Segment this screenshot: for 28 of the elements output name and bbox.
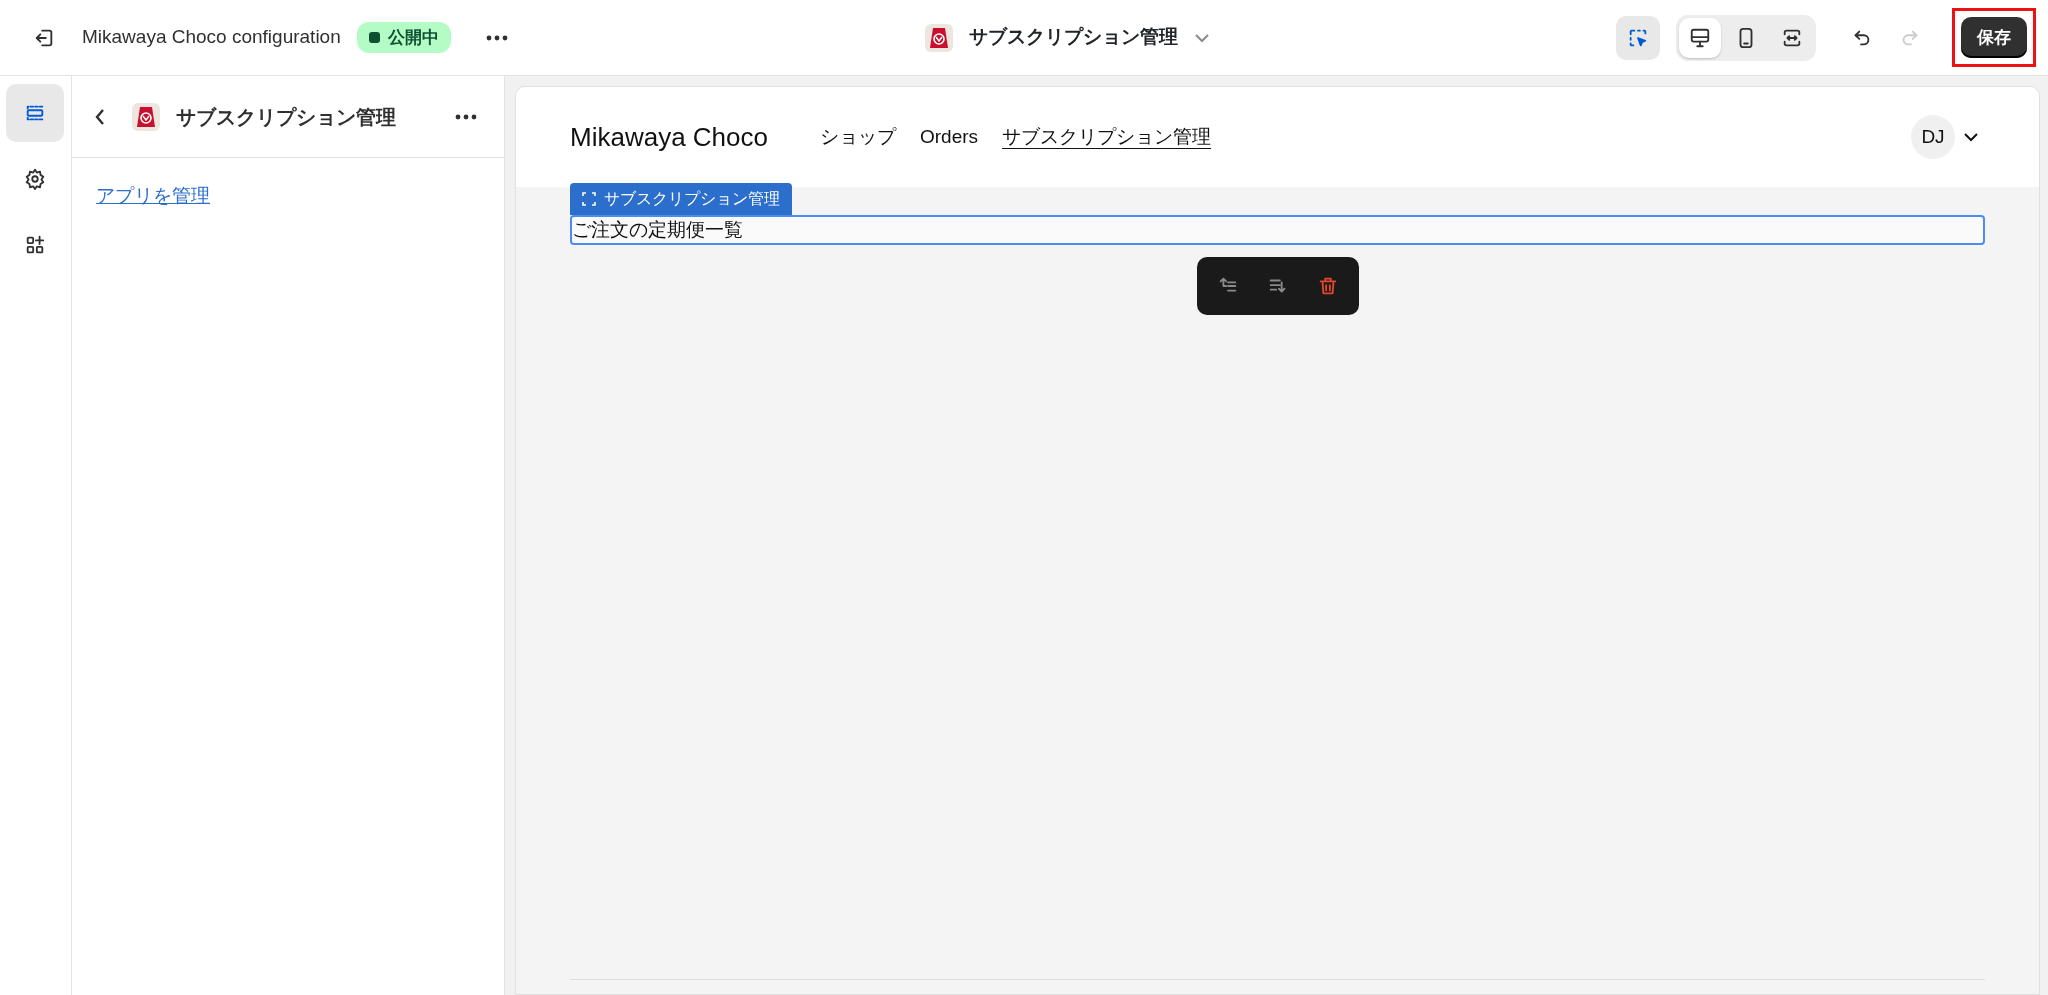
app-logo-icon [924,23,953,52]
block-label-text: サブスクリプション管理 [604,189,780,209]
save-button[interactable]: 保存 [1961,16,2027,59]
block-label[interactable]: サブスクリプション管理 [570,183,792,215]
panel-title: サブスクリプション管理 [176,104,397,130]
block-icon [582,192,596,206]
status-badge: 公開中 [356,21,451,54]
desktop-icon [1689,26,1711,49]
store-name: Mikawaya Choco [570,120,768,154]
back-icon [94,107,106,126]
app-logo-icon [132,102,160,131]
desktop-view-button[interactable] [1679,17,1721,58]
theme-title: Mikawaya Choco configuration [82,25,341,50]
inspector-button[interactable] [1616,15,1660,60]
block-text[interactable]: ご注文の定期便一覧 [570,215,1985,245]
sections-tab[interactable] [6,84,64,142]
avatar[interactable]: DJ [1911,115,1955,159]
settings-icon [24,168,46,190]
more-icon [455,113,477,120]
manage-app-link[interactable]: アプリを管理 [96,185,210,206]
more-icon [485,34,508,41]
app-selector[interactable]: サブスクリプション管理 [912,17,1222,58]
nav-link[interactable]: ショップ [820,122,896,152]
nav-link[interactable]: サブスクリプション管理 [1002,122,1212,152]
chevron-down-icon [1963,132,1979,142]
apps-add-icon [24,234,46,256]
nav-link[interactable]: Orders [920,122,979,152]
chevron-down-icon [1193,32,1210,43]
